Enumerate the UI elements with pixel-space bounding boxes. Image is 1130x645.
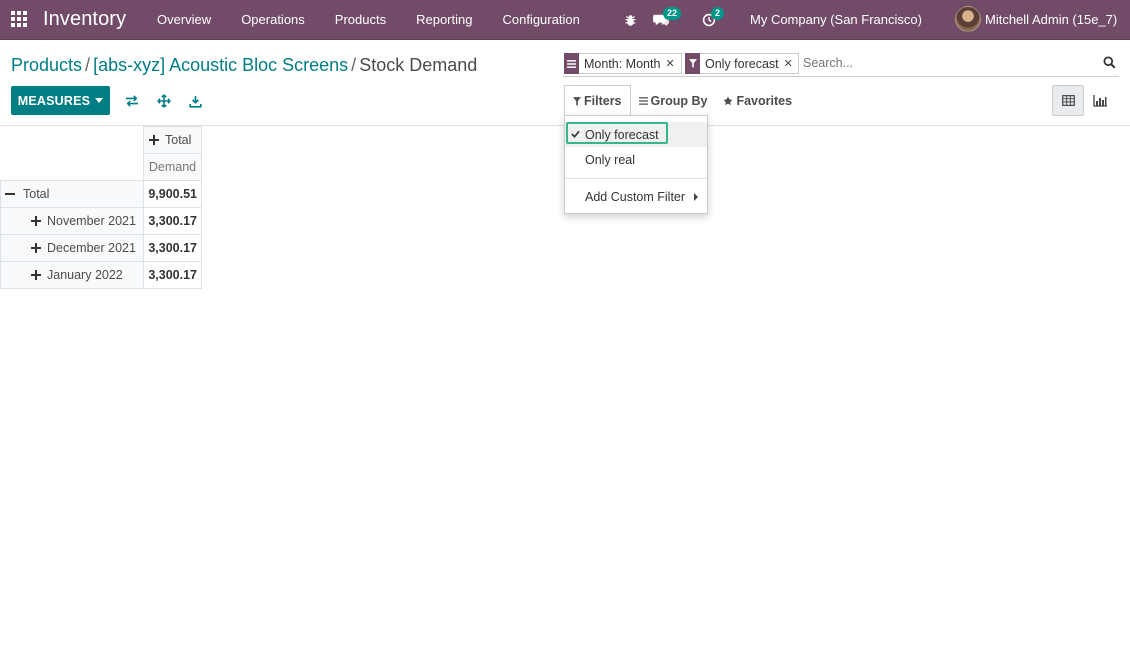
debug-bug-icon[interactable] (620, 0, 640, 40)
download-icon[interactable] (184, 91, 206, 111)
pivot-row-header-total[interactable]: Total (0, 180, 144, 208)
pivot-table: Total Demand Total 9,900.51 November 202… (0, 126, 202, 289)
breadcrumb: Products / [abs-xyz] Acoustic Bloc Screens… (11, 55, 477, 76)
page-title: Stock Demand (359, 55, 478, 75)
table-row: December 2021 3,300.17 (0, 234, 202, 262)
pivot-cell: 3,300.17 (143, 261, 202, 289)
activities-clock-icon[interactable]: 2 (699, 0, 725, 40)
menu-reporting[interactable]: Reporting (401, 0, 487, 40)
group-by-label: Group By (650, 93, 708, 108)
main-menu: Overview Operations Products Reporting C… (142, 0, 595, 40)
search-bar: Month: Month ✕ Only forecast ✕ (563, 52, 1119, 77)
star-icon (723, 96, 733, 105)
filters-button[interactable]: Filters (564, 84, 631, 117)
row-header-label: January 2022 (47, 268, 123, 282)
user-avatar[interactable] (955, 6, 981, 32)
top-navbar: Inventory Overview Operations Products R… (0, 0, 1130, 40)
view-switcher (1052, 85, 1116, 116)
menu-operations[interactable]: Operations (226, 0, 320, 40)
measures-label: MEASURES (17, 93, 91, 108)
pivot-corner (0, 126, 144, 154)
add-custom-filter[interactable]: Add Custom Filter (565, 184, 707, 209)
control-panel: Products / [abs-xyz] Acoustic Bloc Screens… (0, 41, 1130, 126)
table-row: January 2022 3,300.17 (0, 261, 202, 289)
breadcrumb-products[interactable]: Products (11, 55, 82, 75)
remove-facet-icon[interactable]: ✕ (784, 57, 797, 70)
plus-icon (149, 135, 159, 145)
pivot-col-header-total[interactable]: Total (143, 126, 202, 154)
company-switcher[interactable]: My Company (San Francisco) (750, 12, 922, 27)
pivot-view-icon[interactable] (1052, 85, 1084, 116)
group-by-icon (564, 53, 579, 74)
pivot-row-header[interactable]: November 2021 (0, 207, 144, 235)
activities-badge: 2 (711, 7, 725, 20)
caret-down-icon (95, 98, 104, 103)
filters-label: Filters (584, 94, 622, 108)
flip-axis-icon[interactable] (121, 91, 143, 111)
breadcrumb-separator: / (85, 55, 91, 75)
favorites-label: Favorites (736, 93, 793, 108)
messages-badge: 22 (663, 7, 682, 20)
apps-menu-icon[interactable] (11, 11, 27, 27)
messages-chat-icon[interactable]: 22 (651, 0, 682, 40)
pivot-corner (0, 153, 144, 181)
plus-icon (31, 243, 41, 253)
search-options: Filters Group By Favorites (564, 84, 800, 117)
pivot-cell: 9,900.51 (143, 180, 202, 208)
table-row: Total 9,900.51 (0, 180, 202, 208)
pivot-row-header[interactable]: January 2022 (0, 261, 144, 289)
user-menu[interactable]: Mitchell Admin (15e_7) (985, 12, 1117, 27)
remove-facet-icon[interactable]: ✕ (665, 57, 678, 70)
graph-view-icon[interactable] (1084, 85, 1116, 116)
breadcrumb-separator: / (351, 55, 357, 75)
row-header-label: December 2021 (47, 241, 136, 255)
col-header-label: Total (165, 133, 192, 147)
breadcrumb-product[interactable]: [abs-xyz] Acoustic Bloc Screens (93, 55, 348, 75)
plus-icon (31, 270, 41, 280)
search-input[interactable] (803, 56, 1093, 70)
search-icon[interactable] (1103, 56, 1117, 70)
pivot-cell: 3,300.17 (143, 234, 202, 262)
caret-right-icon (694, 193, 698, 201)
focus-highlight (566, 122, 668, 144)
pivot-row-header[interactable]: December 2021 (0, 234, 144, 262)
pivot-measure-header[interactable]: Demand (143, 153, 202, 181)
dropdown-divider (565, 178, 707, 179)
filter-icon (573, 96, 581, 106)
row-header-label: Total (23, 187, 50, 201)
facet-group-by: Month: Month ✕ (564, 53, 682, 74)
facet-label: Month: Month (584, 56, 661, 71)
facet-label: Only forecast (705, 56, 779, 71)
pivot-cell: 3,300.17 (143, 207, 202, 235)
table-row: November 2021 3,300.17 (0, 207, 202, 235)
filters-dropdown: Only forecast Only real Add Custom Filte… (564, 115, 708, 214)
group-by-icon (638, 96, 648, 105)
filter-option-only-real[interactable]: Only real (565, 147, 707, 172)
custom-filter-label: Add Custom Filter (585, 189, 686, 204)
row-header-label: November 2021 (47, 214, 136, 228)
app-name[interactable]: Inventory (43, 8, 126, 31)
menu-configuration[interactable]: Configuration (487, 0, 594, 40)
expand-all-icon[interactable] (153, 91, 175, 111)
minus-icon (5, 189, 15, 199)
filter-icon (685, 53, 700, 74)
facet-filter: Only forecast ✕ (685, 53, 799, 74)
menu-overview[interactable]: Overview (142, 0, 226, 40)
menu-products[interactable]: Products (320, 0, 401, 40)
filter-option-label: Only real (585, 152, 636, 167)
group-by-button[interactable]: Group By (631, 85, 716, 116)
favorites-button[interactable]: Favorites (715, 85, 800, 116)
measures-button[interactable]: MEASURES (11, 86, 110, 115)
plus-icon (31, 216, 41, 226)
